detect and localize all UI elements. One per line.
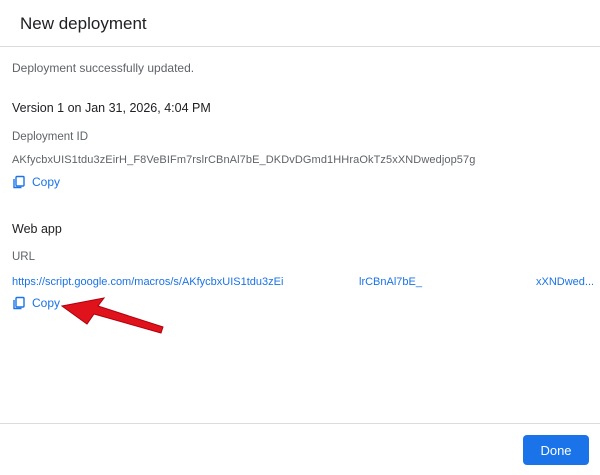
deployment-id-label: Deployment ID [12,131,89,143]
red-arrow-annotation [60,297,164,334]
dialog-title: New deployment [20,14,147,33]
dialog-footer [0,423,600,475]
web-app-url[interactable]: https://script.google.com/macros/s/AKfyc… [12,276,594,292]
url-label: URL [12,251,36,263]
copy-url-button[interactable]: Copy [12,296,60,310]
copy-label: Copy [32,296,61,310]
copy-icon [12,296,26,310]
deployment-dialog: New deployment Deployment successfully u… [0,0,600,474]
copy-icon [12,175,26,189]
web-app-title: Web app [12,222,62,236]
dialog-header: New deployment [0,0,600,47]
url-text-start[interactable]: https://script.google.com/macros/s/AKfyc… [12,276,283,288]
url-text-middle[interactable]: lrCBnAl7bE_ [359,276,422,288]
url-text-end[interactable]: xXNDwed... [536,276,594,288]
copy-deployment-id-button[interactable]: Copy [12,175,60,189]
copy-label: Copy [32,175,61,189]
deployment-id-value: AKfycbxUIS1tdu3zEirH_F8VeBIFm7rslrCBnAl7… [12,154,476,166]
status-message: Deployment successfully updated. [12,61,195,75]
done-button[interactable]: Done [523,435,589,465]
version-info: Version 1 on Jan 31, 2026, 4:04 PM [12,101,211,115]
